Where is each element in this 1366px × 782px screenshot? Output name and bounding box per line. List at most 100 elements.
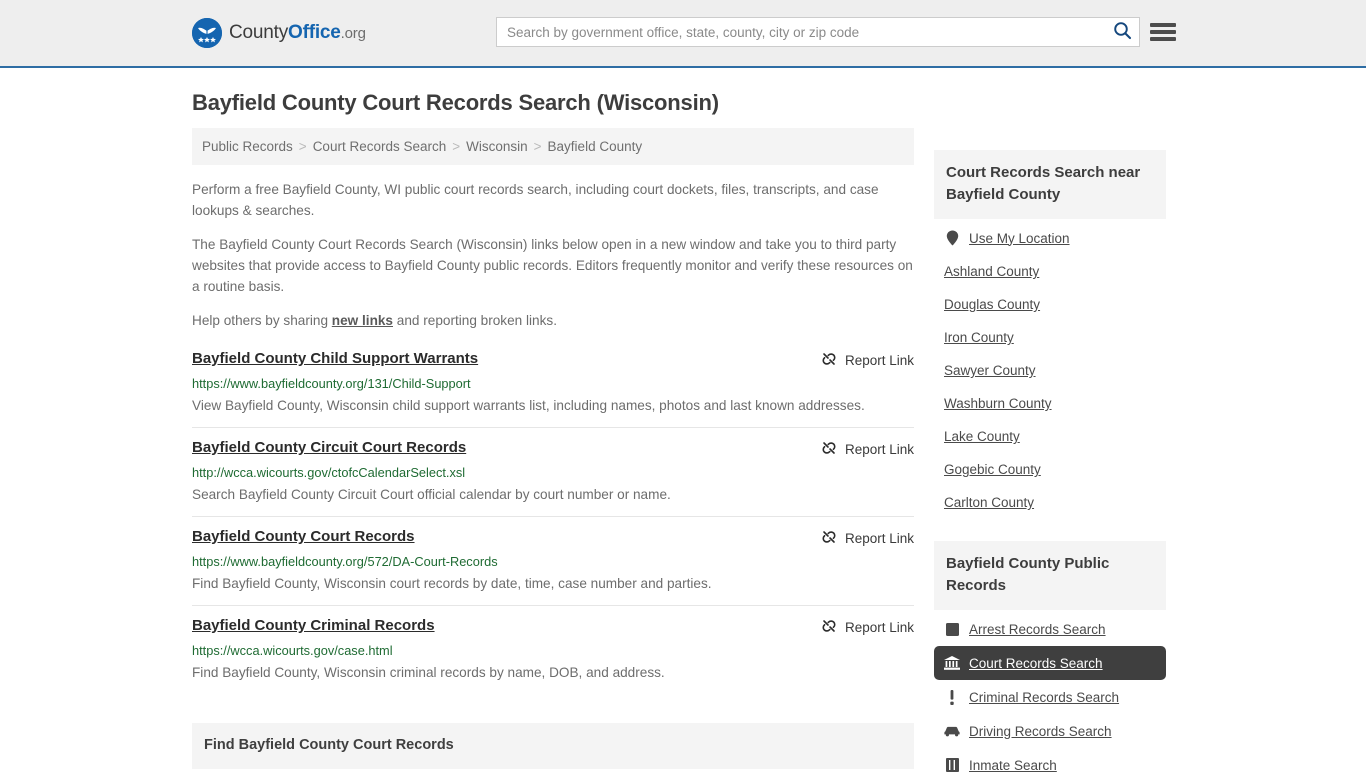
help-paragraph: Help others by sharing new links and rep… <box>192 310 914 331</box>
brand-part-office: Office <box>288 22 341 43</box>
result-title-link[interactable]: Bayfield County Child Support Warrants <box>192 350 478 367</box>
nearby-item-label[interactable]: Use My Location <box>969 231 1070 246</box>
broken-link-icon <box>821 618 837 637</box>
breadcrumb-item-public-records[interactable]: Public Records <box>202 139 293 154</box>
public-records-panel: Bayfield County Public Records Arrest Re… <box>934 541 1166 782</box>
courthouse-icon <box>944 655 960 671</box>
public-records-item-label[interactable]: Court Records Search <box>969 656 1103 671</box>
site-header: CountyOffice.org <box>0 0 1366 68</box>
intro-text: Perform a free Bayfield County, WI publi… <box>192 179 914 331</box>
result-item: Bayfield County Criminal Records Report L… <box>192 605 914 694</box>
public-records-item[interactable]: Arrest Records Search <box>934 612 1166 646</box>
public-records-item-active[interactable]: Court Records Search <box>934 646 1166 680</box>
nearby-list-item[interactable]: Iron County <box>934 321 1166 354</box>
result-header: Bayfield County Court Records Report Link <box>192 528 914 548</box>
nearby-item-label[interactable]: Gogebic County <box>944 462 1041 477</box>
site-logo-text: CountyOffice.org <box>229 22 366 44</box>
result-item: Bayfield County Child Support Warrants Re… <box>192 344 914 427</box>
result-url[interactable]: https://www.bayfieldcounty.org/572/DA-Co… <box>192 554 914 569</box>
result-header: Bayfield County Criminal Records Report L… <box>192 617 914 637</box>
nearby-item-label[interactable]: Carlton County <box>944 495 1034 510</box>
nearby-list-item[interactable]: Douglas County <box>934 288 1166 321</box>
nearby-item-label[interactable]: Ashland County <box>944 264 1039 279</box>
results-list: Bayfield County Child Support Warrants Re… <box>192 344 914 694</box>
prison-icon <box>944 757 960 773</box>
search-bar <box>496 17 1140 47</box>
breadcrumb-separator: > <box>298 139 307 154</box>
help-suffix: and reporting broken links. <box>393 313 557 328</box>
result-description: Find Bayfield County, Wisconsin court re… <box>192 576 712 591</box>
public-records-list: Arrest Records Search Court Records Searc… <box>934 610 1166 782</box>
report-link-button[interactable]: Report Link <box>821 351 914 370</box>
public-records-item-label[interactable]: Driving Records Search <box>969 724 1112 739</box>
result-item: Bayfield County Court Records Report Link… <box>192 516 914 605</box>
public-records-item-label[interactable]: Arrest Records Search <box>969 622 1106 637</box>
broken-link-icon <box>821 351 837 370</box>
nearby-item-label[interactable]: Douglas County <box>944 297 1040 312</box>
public-records-item[interactable]: Criminal Records Search <box>934 680 1166 714</box>
public-records-item[interactable]: Driving Records Search <box>934 714 1166 748</box>
nearby-list-item[interactable]: Carlton County <box>934 486 1166 519</box>
result-url[interactable]: https://www.bayfieldcounty.org/131/Child… <box>192 376 914 391</box>
nearby-list-item[interactable]: Use My Location <box>934 221 1166 255</box>
result-title-link[interactable]: Bayfield County Court Records <box>192 528 415 545</box>
nearby-item-label[interactable]: Lake County <box>944 429 1020 444</box>
result-url[interactable]: http://wcca.wicourts.gov/ctofcCalendarSe… <box>192 465 914 480</box>
map-pin-icon <box>944 230 960 246</box>
nearby-list-item[interactable]: Washburn County <box>934 387 1166 420</box>
breadcrumb: Public Records > Court Records Search > … <box>192 128 914 165</box>
nearby-panel: Court Records Search near Bayfield Count… <box>934 150 1166 519</box>
exclamation-icon <box>944 689 960 705</box>
nearby-list-item[interactable]: Lake County <box>934 420 1166 453</box>
nearby-panel-heading: Court Records Search near Bayfield Count… <box>934 150 1166 219</box>
public-records-item[interactable]: Inmate Search <box>934 748 1166 782</box>
nearby-item-label[interactable]: Washburn County <box>944 396 1052 411</box>
result-header: Bayfield County Circuit Court Records Rep… <box>192 439 914 459</box>
page-body: Bayfield County Court Records Search (Wi… <box>0 90 1366 782</box>
breadcrumb-separator: > <box>452 139 461 154</box>
breadcrumb-item-bayfield-county[interactable]: Bayfield County <box>548 139 643 154</box>
search-button[interactable] <box>1105 18 1139 46</box>
result-description: View Bayfield County, Wisconsin child su… <box>192 398 865 413</box>
help-prefix: Help others by sharing <box>192 313 332 328</box>
result-item: Bayfield County Circuit Court Records Rep… <box>192 427 914 516</box>
nearby-item-label[interactable]: Iron County <box>944 330 1014 345</box>
find-records-section-heading: Find Bayfield County Court Records <box>192 723 914 769</box>
report-link-label: Report Link <box>844 442 914 457</box>
main-content: Public Records > Court Records Search > … <box>192 128 914 782</box>
result-url[interactable]: https://wcca.wicourts.gov/case.html <box>192 643 914 658</box>
public-records-item-label[interactable]: Criminal Records Search <box>969 690 1119 705</box>
report-link-button[interactable]: Report Link <box>821 618 914 637</box>
intro-paragraph-2: The Bayfield County Court Records Search… <box>192 237 913 294</box>
public-records-panel-heading: Bayfield County Public Records <box>934 541 1166 610</box>
page-title: Bayfield County Court Records Search (Wi… <box>192 90 719 115</box>
breadcrumb-item-court-records-search[interactable]: Court Records Search <box>313 139 447 154</box>
search-input[interactable] <box>497 18 1105 46</box>
nearby-list-item[interactable]: Ashland County <box>934 255 1166 288</box>
report-link-button[interactable]: Report Link <box>821 440 914 459</box>
broken-link-icon <box>821 529 837 548</box>
public-records-item-label[interactable]: Inmate Search <box>969 758 1057 773</box>
brand-part-county: County <box>229 22 289 43</box>
breadcrumb-item-wisconsin[interactable]: Wisconsin <box>466 139 528 154</box>
result-title-link[interactable]: Bayfield County Criminal Records <box>192 617 435 634</box>
site-logo[interactable]: CountyOffice.org <box>192 18 366 48</box>
result-description: Find Bayfield County, Wisconsin criminal… <box>192 665 665 680</box>
report-link-button[interactable]: Report Link <box>821 529 914 548</box>
report-link-label: Report Link <box>844 353 914 368</box>
result-title-link[interactable]: Bayfield County Circuit Court Records <box>192 439 466 456</box>
new-links-link[interactable]: new links <box>332 313 393 328</box>
nearby-list-item[interactable]: Gogebic County <box>934 453 1166 486</box>
nearby-county-list: Use My Location Ashland County Douglas Cou… <box>934 219 1166 519</box>
report-link-label: Report Link <box>844 620 914 635</box>
breadcrumb-separator: > <box>533 139 542 154</box>
nearby-list-item[interactable]: Sawyer County <box>934 354 1166 387</box>
result-header: Bayfield County Child Support Warrants Re… <box>192 350 914 370</box>
intro-paragraph-1: Perform a free Bayfield County, WI publi… <box>192 182 879 218</box>
eagle-stars-logo-icon <box>192 18 222 48</box>
hamburger-menu-icon[interactable] <box>1150 19 1176 45</box>
report-link-label: Report Link <box>844 531 914 546</box>
brand-part-tld: .org <box>340 25 366 42</box>
sidebar: Court Records Search near Bayfield Count… <box>934 128 1166 782</box>
nearby-item-label[interactable]: Sawyer County <box>944 363 1036 378</box>
